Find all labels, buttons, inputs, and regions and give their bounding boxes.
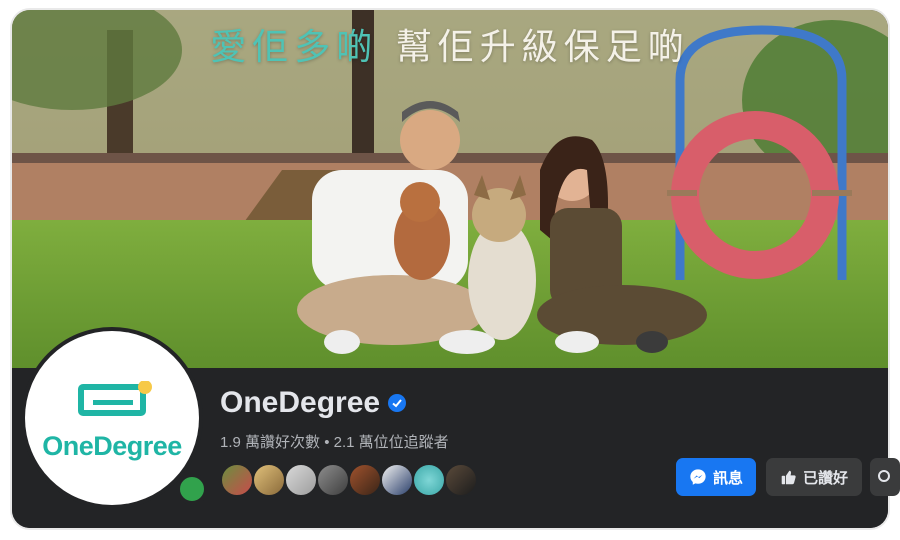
friend-avatar[interactable] [284, 463, 318, 497]
friend-avatar[interactable] [412, 463, 446, 497]
search-icon [878, 470, 890, 482]
cover-photo[interactable]: 愛佢多啲 幫佢升級保足啲 [12, 10, 888, 368]
page-name-text[interactable]: OneDegree [220, 386, 380, 420]
friend-avatar[interactable] [348, 463, 382, 497]
profile-avatar[interactable]: OneDegree [21, 327, 208, 509]
friend-avatar[interactable] [444, 463, 478, 497]
friend-avatar[interactable] [380, 463, 414, 497]
messenger-icon [690, 469, 706, 485]
cover-headline: 愛佢多啲 幫佢升級保足啲 [12, 18, 888, 70]
liked-button-label: 已讚好 [802, 469, 848, 487]
thumbs-up-icon [781, 470, 796, 484]
page-title[interactable]: OneDegree [220, 386, 407, 420]
liked-button[interactable]: 已讚好 [766, 458, 862, 496]
cover-headline-part2: 幫佢升級保足啲 [395, 27, 690, 68]
cover-headline-part1: 愛佢多啲 [210, 27, 379, 68]
search-button[interactable] [870, 458, 900, 496]
friend-avatar[interactable] [220, 463, 254, 497]
online-status-dot [176, 473, 208, 505]
friend-avatar[interactable] [316, 463, 350, 497]
message-button[interactable]: 訊息 [676, 458, 756, 496]
avatar-image: OneDegree [25, 331, 199, 505]
friend-avatar[interactable] [252, 463, 286, 497]
onedegree-logo-icon [78, 381, 152, 416]
avatar-brand-text: OneDegree [42, 431, 182, 461]
message-button-label: 訊息 [712, 469, 743, 487]
page-stats[interactable]: 1.9 萬讚好次數 • 2.1 萬位位追蹤者 [220, 431, 449, 452]
verified-badge-icon [388, 394, 407, 412]
